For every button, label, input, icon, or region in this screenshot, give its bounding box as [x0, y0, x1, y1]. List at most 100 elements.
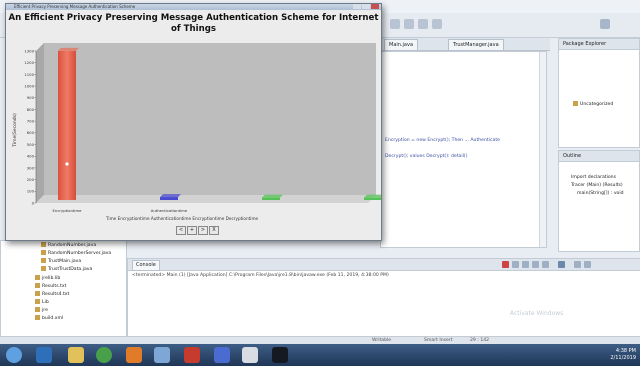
- start-button-icon[interactable]: [6, 347, 22, 363]
- document-icon[interactable]: [242, 347, 258, 363]
- tree-item[interactable]: RandomNumberServer.java: [41, 250, 111, 256]
- outline-panel: Outline Import declarations Tracer (Main…: [558, 150, 640, 252]
- editor-tab-bar: Main.java TrustManager.java: [380, 38, 550, 51]
- search-icon[interactable]: [432, 19, 442, 29]
- remove-launch-icon[interactable]: [512, 261, 519, 268]
- scroll-lock-icon[interactable]: [532, 261, 539, 268]
- tree-item[interactable]: Lib: [35, 299, 49, 305]
- y-tick-label: 700: [27, 119, 35, 124]
- package-explorer: Package Explorer Uncategorized: [558, 38, 640, 148]
- explorer-icon[interactable]: [68, 347, 84, 363]
- folder-icon: [573, 101, 578, 106]
- chart-window: Efficient Privacy Preserving Message Aut…: [5, 3, 382, 241]
- tree-item[interactable]: TrustMain.java: [41, 258, 81, 264]
- tab-main-java[interactable]: Main.java: [384, 39, 419, 50]
- java-app-icon[interactable]: [184, 347, 200, 363]
- y-tick-label: 400: [27, 154, 35, 159]
- chart-window-title: Efficient Privacy Preserving Message Aut…: [14, 4, 136, 9]
- y-tick-label: 500: [27, 142, 35, 147]
- outline-item[interactable]: Tracer (Main) (Results): [571, 183, 623, 188]
- folder-icon: [35, 307, 40, 312]
- file-icon: [41, 242, 46, 247]
- nav-prev-button[interactable]: <: [176, 226, 186, 235]
- tab-trustmanager-java[interactable]: TrustManager.java: [448, 39, 504, 50]
- y-tick-label: 900: [27, 95, 35, 100]
- nav-next-button[interactable]: >: [198, 226, 208, 235]
- save-icon[interactable]: [418, 19, 428, 29]
- maximize-icon[interactable]: [584, 261, 591, 268]
- system-tray[interactable]: 4:38 PM 2/11/2019: [610, 348, 636, 362]
- chart-window-titlebar[interactable]: Efficient Privacy Preserving Message Aut…: [6, 4, 381, 10]
- cursor-dot: [65, 162, 69, 166]
- open-console-icon[interactable]: [558, 261, 565, 268]
- bar-face: [364, 197, 381, 200]
- tree-item[interactable]: jre: [35, 307, 48, 313]
- package-item[interactable]: Uncategorized: [573, 101, 613, 107]
- file-icon: [41, 258, 46, 263]
- tree-item[interactable]: TrustTrustData.java: [41, 266, 92, 272]
- perspective-icon[interactable]: [600, 19, 610, 29]
- bar-chart: Time(Seconds) 13001200110010009008007006…: [12, 43, 381, 221]
- eclipse-icon[interactable]: [214, 347, 230, 363]
- folder-icon: [35, 299, 40, 304]
- bar-top: [262, 194, 283, 198]
- y-tick-label: 1000: [24, 83, 34, 88]
- file-icon: [35, 283, 40, 288]
- editor-scrollbar[interactable]: [539, 52, 546, 247]
- window-controls: [352, 4, 379, 10]
- outline-item[interactable]: Import declarations: [571, 175, 616, 180]
- code-editor[interactable]: Encryption = new Encrypt(); Then ... Aut…: [380, 51, 547, 248]
- outline-item[interactable]: main(String[]) : void: [577, 191, 624, 196]
- console-header: Console: [128, 259, 640, 271]
- tree-item[interactable]: jrelib.lib: [35, 275, 60, 281]
- folder-icon: [35, 275, 40, 280]
- close-icon[interactable]: [371, 4, 379, 9]
- package-explorer-title: Package Explorer: [559, 39, 639, 50]
- bar[interactable]: [58, 47, 79, 200]
- tree-item[interactable]: Results.txt: [35, 283, 66, 289]
- minimize-icon[interactable]: [353, 4, 361, 9]
- minimize-icon[interactable]: [574, 261, 581, 268]
- tree-item[interactable]: build.xml: [35, 315, 63, 321]
- console-panel: Console <terminated> Main (1) [Java Appl…: [127, 258, 640, 340]
- bar-top: [58, 47, 79, 51]
- y-tick-label: 1300: [24, 48, 34, 53]
- windows-taskbar: 4:38 PM 2/11/2019: [0, 344, 640, 366]
- activate-windows-watermark: Activate Windows: [510, 310, 564, 317]
- project-tree: RandomNumber.java RandomNumberServer.jav…: [0, 240, 127, 338]
- file-icon: [35, 315, 40, 320]
- nav-close-button[interactable]: X: [209, 226, 219, 235]
- y-tick-label: 600: [27, 130, 35, 135]
- y-tick-label: 0: [32, 200, 35, 205]
- terminal-icon[interactable]: [272, 347, 288, 363]
- y-axis-label: Time(Seconds): [12, 113, 18, 148]
- tree-item[interactable]: Results4.txt: [35, 291, 69, 297]
- pin-console-icon[interactable]: [542, 261, 549, 268]
- bar[interactable]: [262, 194, 283, 200]
- chrome-icon[interactable]: [96, 347, 112, 363]
- code-line: Encryption = new Encrypt(); Then ... Aut…: [385, 138, 500, 143]
- clear-console-icon[interactable]: [522, 261, 529, 268]
- bar[interactable]: [364, 194, 381, 200]
- media-player-icon[interactable]: [126, 347, 142, 363]
- plot-floor: [36, 195, 376, 203]
- file-icon: [41, 266, 46, 271]
- y-tick-label: 200: [27, 177, 35, 182]
- debug-icon[interactable]: [404, 19, 414, 29]
- maximize-icon[interactable]: [362, 4, 370, 9]
- code-line: Decrypt(); values Decrypt(): detail(): [385, 154, 468, 159]
- terminate-icon[interactable]: [502, 261, 509, 268]
- console-output: <terminated> Main (1) [Java Application]…: [132, 273, 389, 278]
- x-tick-label: Encryptiontime: [53, 208, 83, 213]
- ie-icon[interactable]: [36, 347, 52, 363]
- nav-zoom-button[interactable]: +: [187, 226, 197, 235]
- app-icon[interactable]: [154, 347, 170, 363]
- x-tick-label: Authenticationtime: [151, 208, 188, 213]
- tree-item[interactable]: RandomNumber.java: [41, 242, 96, 248]
- bar[interactable]: [160, 194, 181, 200]
- tab-console[interactable]: Console: [132, 260, 160, 271]
- bar-face: [58, 50, 76, 200]
- tray-time: 4:38 PM: [615, 348, 636, 354]
- y-ticks: 1300120011001000900800700600500400300200…: [24, 48, 36, 205]
- run-icon[interactable]: [390, 19, 400, 29]
